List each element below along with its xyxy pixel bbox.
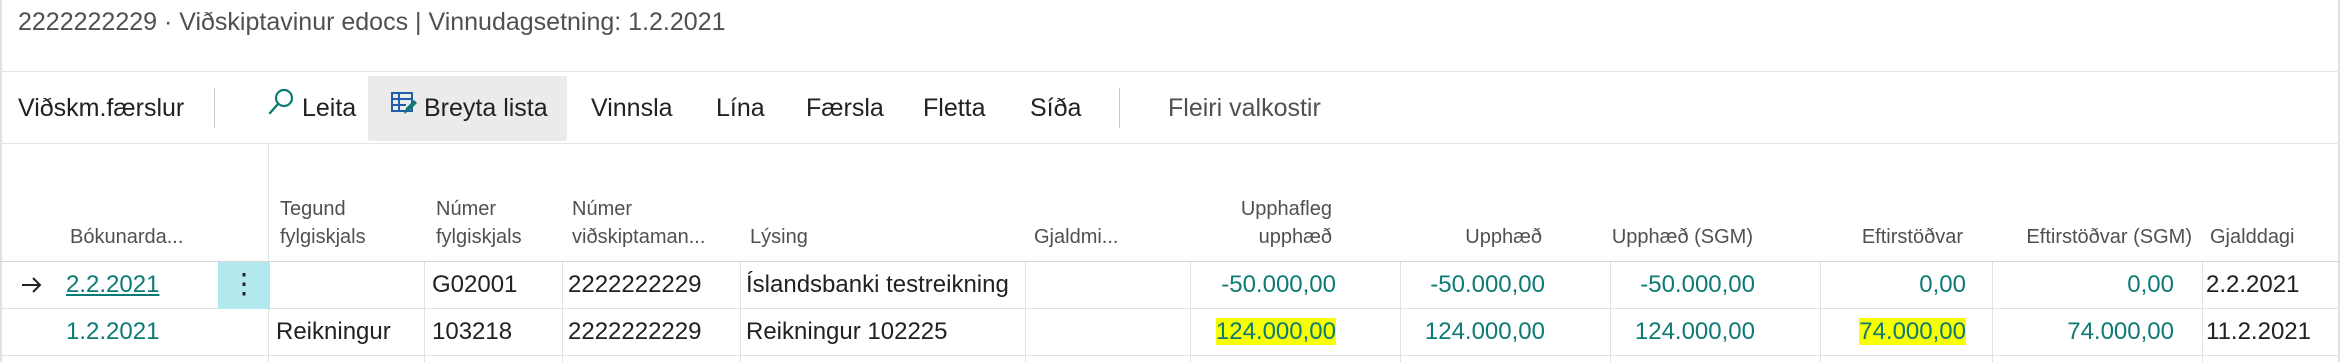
more-options-icon[interactable]: ⋮ <box>218 262 270 309</box>
more-options-button[interactable]: Fleiri valkostir <box>1168 76 1321 141</box>
cell-posting-date[interactable]: 2.2.2021 <box>66 262 206 309</box>
cell-description: Reikningur 102225 <box>746 318 948 345</box>
menu-lina-label: Lína <box>716 94 765 122</box>
header-customer-no[interactable]: Númer viðskiptaman... <box>572 195 737 251</box>
header-document-type-line2: fylgiskjals <box>280 226 366 248</box>
cell-document-type <box>276 262 416 309</box>
action-separator <box>214 88 215 128</box>
edit-list-button[interactable]: Breyta lista <box>368 76 567 141</box>
menu-sida[interactable]: Síða <box>1030 76 1081 141</box>
header-document-type-line1: Tegund <box>280 198 346 220</box>
table-row[interactable]: 2.2.2021 ⋮ G02001 2222222229 Íslandsbank… <box>0 262 2340 309</box>
original-amount-value: -50.000,00 <box>1221 271 1336 298</box>
menu-vinnsla-label: Vinnsla <box>591 94 673 122</box>
search-label: Leita <box>302 94 357 122</box>
menu-lina[interactable]: Lína <box>716 76 765 141</box>
page-title: 2222222229 · Viðskiptavinur edocs | Vinn… <box>18 8 726 36</box>
cell-due-date: 11.2.2021 <box>2206 318 2311 345</box>
header-amount-lcy[interactable]: Upphæð (SGM) <box>1600 223 1753 251</box>
cell-due-date: 2.2.2021 <box>2206 271 2300 298</box>
header-remaining-lcy[interactable]: Eftirstöðvar (SGM) <box>1996 223 2192 251</box>
menu-fletta[interactable]: Fletta <box>923 76 986 141</box>
header-remaining[interactable]: Eftirstöðvar <box>1820 223 1963 251</box>
more-options-label: Fleiri valkostir <box>1168 94 1321 122</box>
header-document-no-line2: fylgiskjals <box>436 226 522 248</box>
table-row[interactable]: 1.2.2021 Reikningur 103218 2222222229 Re… <box>0 309 2340 356</box>
action-separator <box>1119 88 1120 128</box>
cell-original-amount: -50.000,00 <box>1196 262 1336 309</box>
original-amount-highlighted: 124.000,00 <box>1215 318 1336 345</box>
header-document-type[interactable]: Tegund fylgiskjals <box>280 195 420 251</box>
cell-document-type: Reikningur <box>276 318 391 345</box>
cell-remaining: 0,00 <box>1820 262 1966 309</box>
search-icon <box>266 77 296 142</box>
header-document-no[interactable]: Númer fylgiskjals <box>436 195 556 251</box>
menu-vinnsla[interactable]: Vinnsla <box>591 76 673 141</box>
cell-amount: 124.000,00 <box>1424 318 1545 345</box>
header-posting-date[interactable]: Bókunarda... <box>70 223 220 251</box>
cell-posting-date[interactable]: 1.2.2021 <box>66 309 206 356</box>
header-original-amount[interactable]: Upphafleg upphæð <box>1196 195 1332 251</box>
header-customer-no-line2: viðskiptaman... <box>572 226 706 248</box>
cell-remaining: 74.000,00 <box>1820 309 1966 356</box>
header-original-amount-line2: upphæð <box>1258 226 1332 248</box>
action-bar: Viðskm.færslur Leita Breyta lista Vinnsl… <box>0 72 2340 144</box>
cell-currency <box>1034 262 1184 309</box>
cell-document-no: G02001 <box>432 271 518 298</box>
menu-faersla[interactable]: Færsla <box>806 76 884 141</box>
ledger-entries-grid: Bókunarda... Tegund fylgiskjals Númer fy… <box>0 144 2340 362</box>
grid-header-row: Bókunarda... Tegund fylgiskjals Númer fy… <box>0 144 2340 262</box>
cell-currency <box>1034 309 1184 356</box>
remaining-value: 0,00 <box>1919 271 1966 298</box>
arrow-right-icon <box>20 262 50 309</box>
remaining-highlighted: 74.000,00 <box>1859 318 1966 345</box>
cell-amount-lcy: -50.000,00 <box>1640 271 1755 298</box>
edit-list-label: Breyta lista <box>424 94 548 122</box>
cell-remaining-lcy: 74.000,00 <box>2067 318 2174 345</box>
cell-remaining-lcy: 0,00 <box>2127 271 2174 298</box>
page-name: Viðskm.færslur <box>18 94 185 122</box>
header-original-amount-line1: Upphafleg <box>1240 198 1332 220</box>
cell-amount: -50.000,00 <box>1430 271 1545 298</box>
search-button[interactable]: Leita <box>262 76 360 141</box>
header-customer-no-line1: Númer <box>572 198 633 220</box>
cell-amount-lcy: 124.000,00 <box>1634 318 1755 345</box>
header-due-date[interactable]: Gjalddagi <box>2210 223 2335 251</box>
cell-customer-no: 2222222229 <box>568 318 702 345</box>
menu-faersla-label: Færsla <box>806 94 884 122</box>
header-document-no-line1: Númer <box>436 198 497 220</box>
cell-description: Íslandsbanki testreikning <box>746 271 1009 298</box>
header-amount[interactable]: Upphæð <box>1405 223 1542 251</box>
cell-customer-no: 2222222229 <box>568 271 702 298</box>
header-description[interactable]: Lýsing <box>750 223 1010 251</box>
title-bar: 2222222229 · Viðskiptavinur edocs | Vinn… <box>0 0 2340 72</box>
menu-fletta-label: Fletta <box>923 94 986 122</box>
header-currency[interactable]: Gjaldmi... <box>1034 223 1184 251</box>
cell-original-amount: 124.000,00 <box>1196 309 1336 356</box>
cell-document-no: 103218 <box>432 318 513 345</box>
edit-list-icon <box>390 77 418 142</box>
menu-sida-label: Síða <box>1030 94 1082 122</box>
